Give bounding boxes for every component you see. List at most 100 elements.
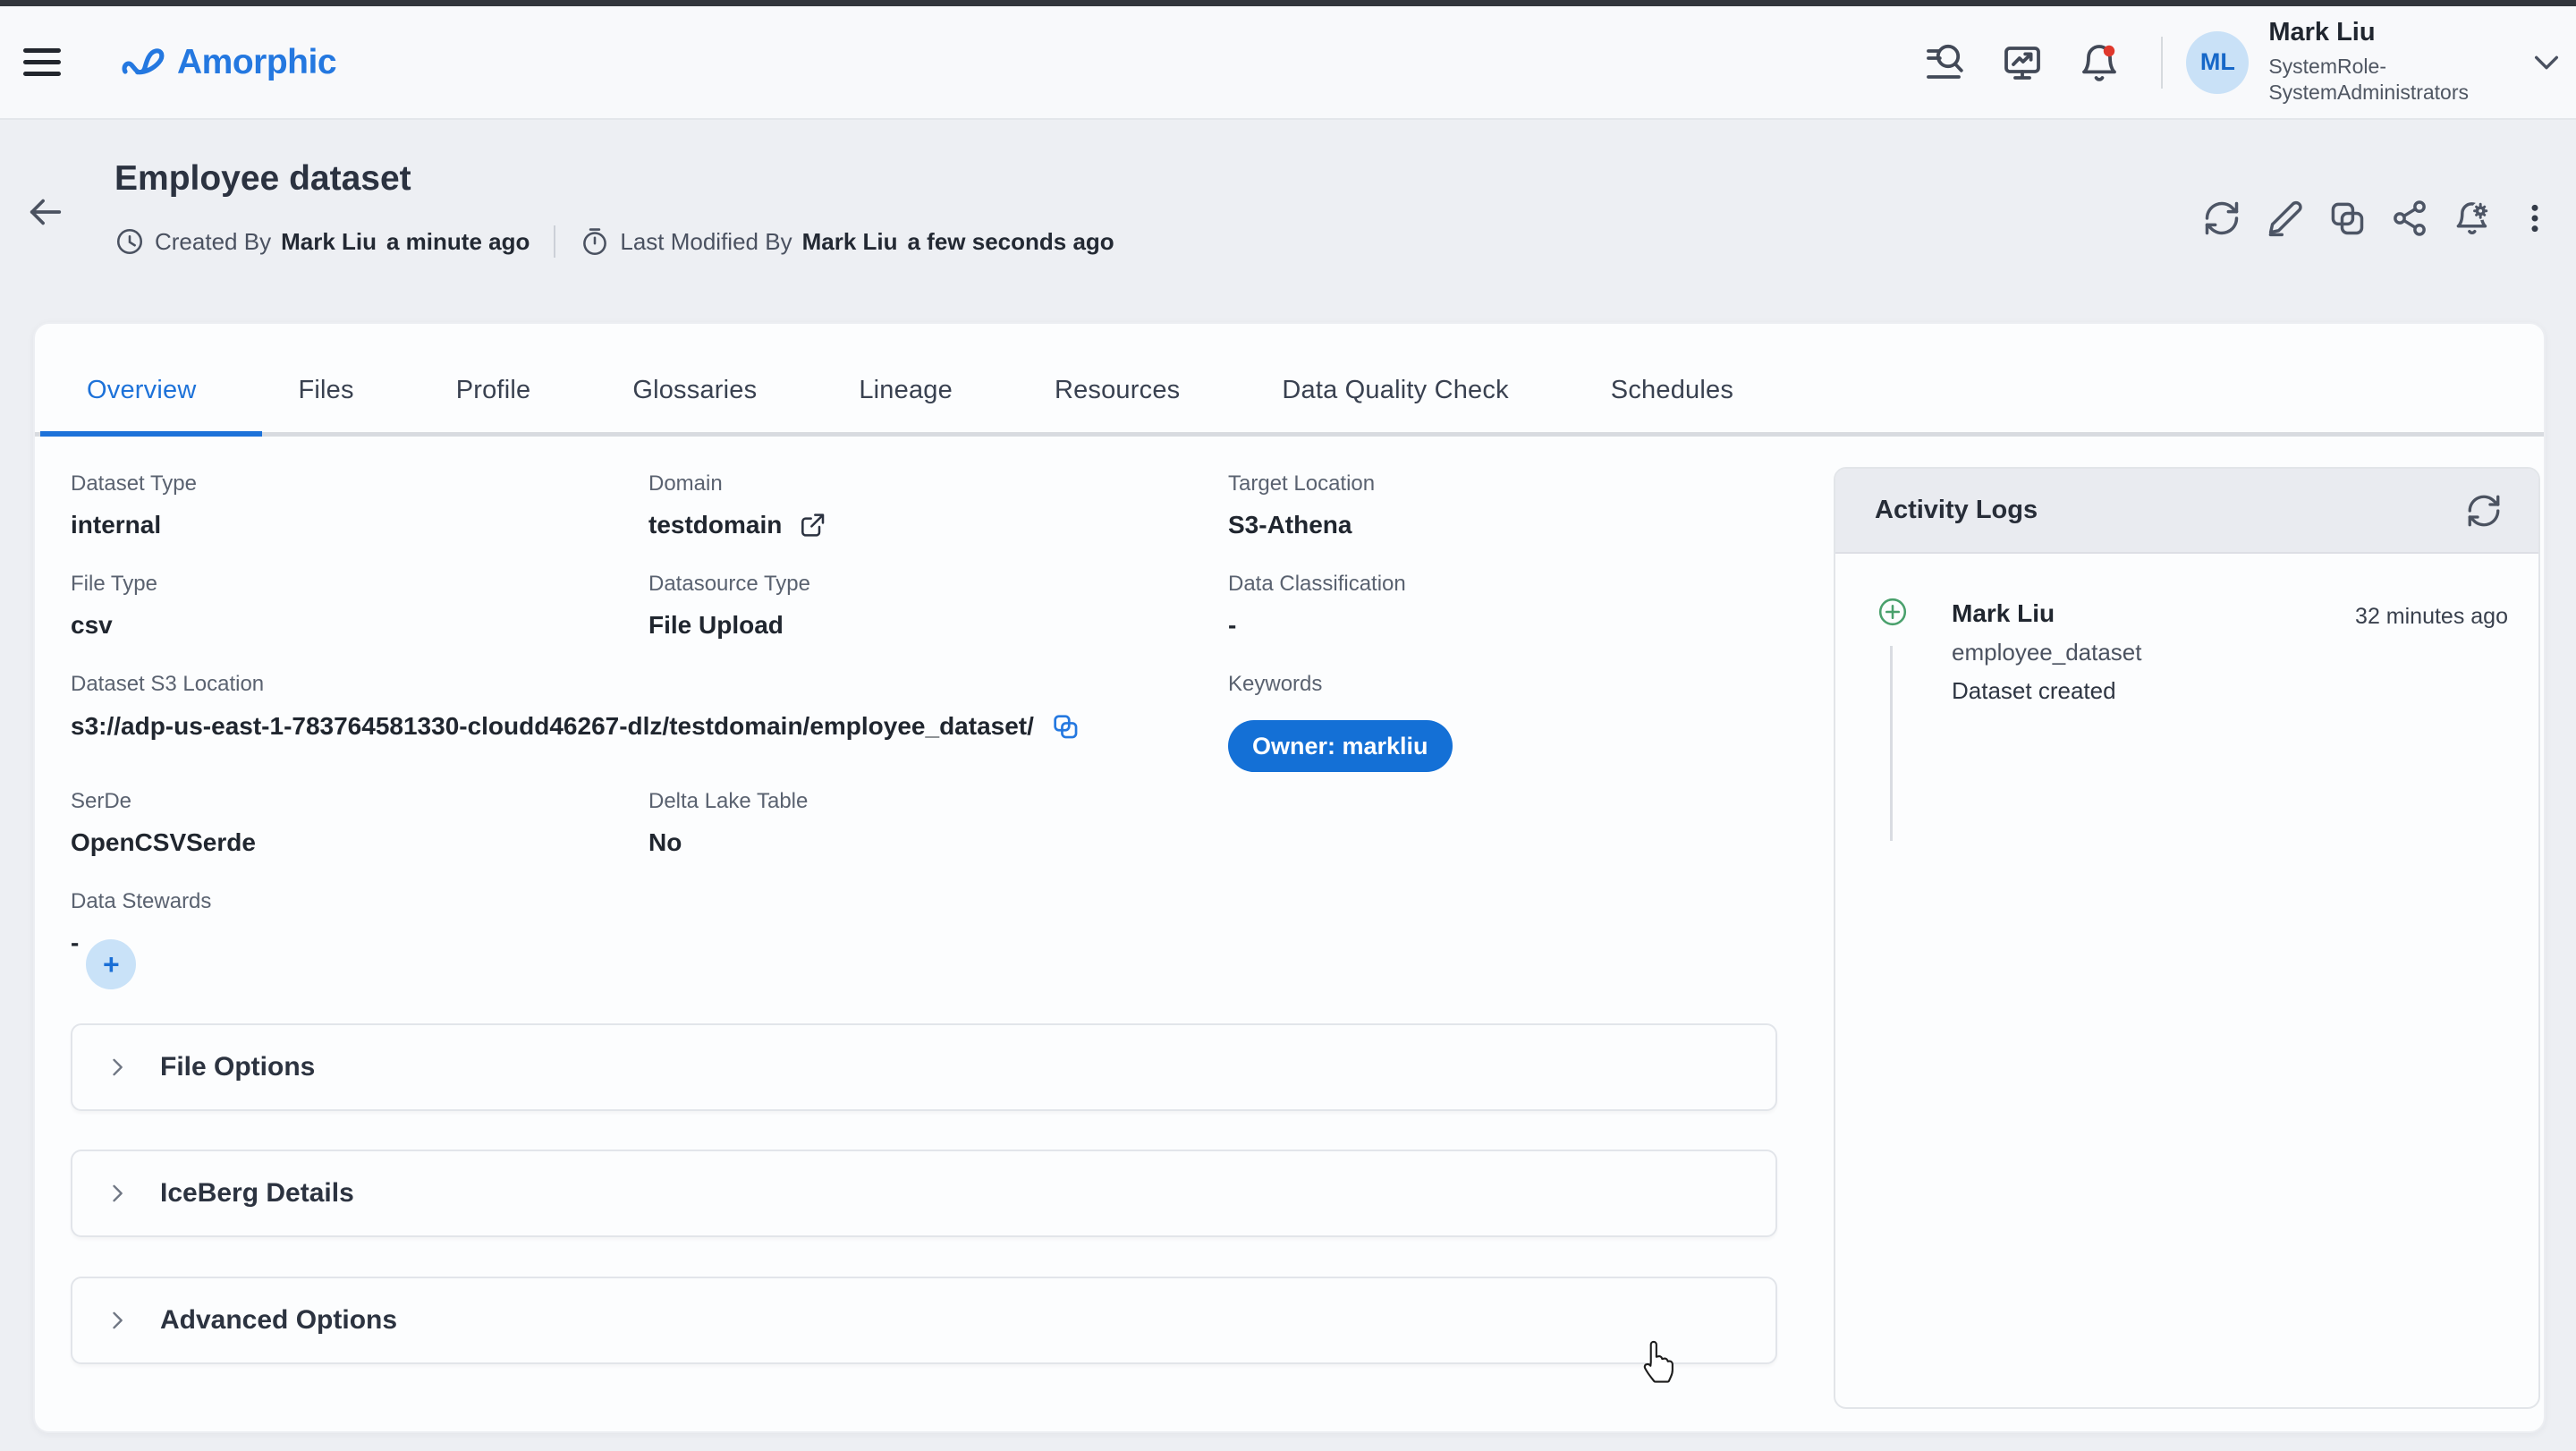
app-window: Amorphic [0,0,2576,1451]
avatar-initials: ML [2200,48,2235,76]
activity-user: Mark Liu [1952,599,2055,628]
amorphic-logo-icon [122,41,170,84]
stopwatch-icon [580,226,610,257]
logo-text: Amorphic [177,43,336,82]
user-role-line2: SystemAdministrators [2268,80,2469,106]
chevron-right-icon [105,1306,130,1335]
tab-files[interactable]: Files [298,376,353,405]
activity-action: Dataset created [1952,677,2116,705]
accordion-label: File Options [160,1052,315,1082]
avatar[interactable]: ML [2186,31,2249,94]
accordion-label: Advanced Options [160,1305,397,1336]
chevron-right-icon [105,1053,130,1082]
field-value: OpenCSVSerde [71,828,256,857]
add-steward-button[interactable]: + [86,939,136,989]
modified-by-time: a few seconds ago [908,228,1114,256]
field-value: internal [71,511,197,539]
user-name: Mark Liu [2268,20,2469,46]
accordion-advanced-options[interactable]: Advanced Options [71,1277,1777,1364]
page-title: Employee dataset [114,159,411,199]
modified-by-user: Mark Liu [802,228,898,256]
tab-bar: Overview Files Profile Glossaries Lineag… [35,324,2544,437]
field-data-stewards: Data Stewards - + [71,889,211,989]
activity-logs-header: Activity Logs [1835,469,2538,554]
timeline-plus-icon [1877,596,1909,628]
tab-profile[interactable]: Profile [456,376,531,405]
s3-path: s3://adp-us-east-1-783764581330-cloudd46… [71,712,1034,741]
tab-glossaries[interactable]: Glossaries [632,376,757,405]
tab-underline [35,432,2544,437]
field-domain: Domain testdomain [648,471,826,539]
meta-divider [554,225,555,258]
keyword-badge[interactable]: Owner: markliu [1228,720,1453,772]
field-label: Data Classification [1228,572,1406,597]
notification-dot [2104,45,2114,55]
field-label: File Type [71,572,157,597]
field-s3-location: Dataset S3 Location s3://adp-us-east-1-7… [71,672,1080,742]
accordion-file-options[interactable]: File Options [71,1023,1777,1111]
field-data-classification: Data Classification - [1228,572,1406,640]
content-card: Overview Files Profile Glossaries Lineag… [33,322,2546,1433]
activity-object: employee_dataset [1952,639,2141,666]
copy-icon[interactable] [2326,197,2368,240]
alert-settings-icon[interactable] [2451,197,2494,240]
tab-schedules[interactable]: Schedules [1611,376,1733,405]
field-keywords: Keywords Owner: markliu [1228,672,1453,772]
field-value: S3-Athena [1228,511,1375,539]
window-top-strip [0,0,2576,6]
created-by-user: Mark Liu [281,228,377,256]
search-icon[interactable] [1923,40,1968,85]
tab-lineage[interactable]: Lineage [859,376,953,405]
field-dataset-type: Dataset Type internal [71,471,197,539]
domain-link[interactable]: testdomain [648,511,782,539]
share-icon[interactable] [2388,197,2431,240]
dashboard-icon[interactable] [2000,40,2045,85]
field-label: Datasource Type [648,572,810,597]
field-value: - [71,929,79,957]
field-label: Keywords [1228,672,1453,697]
user-profile[interactable]: Mark Liu SystemRole- SystemAdministrator… [2268,20,2469,106]
menu-button[interactable] [23,40,68,85]
accordion-label: IceBerg Details [160,1178,354,1209]
header-right: ML Mark Liu SystemRole- SystemAdministra… [1907,20,2563,106]
amorphic-logo[interactable]: Amorphic [122,41,336,84]
activity-logs-title: Activity Logs [1875,496,2038,525]
meta-row: Created By Mark Liu a minute ago Last Mo… [114,225,1114,258]
field-label: SerDe [71,789,256,814]
field-label: Data Stewards [71,889,211,914]
chevron-right-icon [105,1179,130,1208]
field-label: Target Location [1228,471,1375,496]
tab-resources[interactable]: Resources [1055,376,1180,405]
edit-icon[interactable] [2263,197,2306,240]
app-header: Amorphic [0,6,2576,120]
external-link-icon[interactable] [798,511,826,539]
activity-refresh-icon[interactable] [2463,490,2504,531]
header-divider [2161,37,2163,89]
copy-path-icon[interactable] [1050,711,1080,742]
field-delta-lake: Delta Lake Table No [648,789,808,857]
field-value: - [1228,611,1406,640]
refresh-icon[interactable] [2200,197,2243,240]
timeline-line [1890,646,1893,841]
field-serde: SerDe OpenCSVSerde [71,789,256,857]
user-role-line1: SystemRole- [2268,54,2469,80]
tab-overview[interactable]: Overview [87,376,196,405]
plus-icon: + [103,948,120,981]
tab-data-quality-check[interactable]: Data Quality Check [1282,376,1508,405]
field-value: File Upload [648,611,810,640]
field-target-location: Target Location S3-Athena [1228,471,1375,539]
chevron-down-icon[interactable] [2531,52,2562,73]
created-by-time: a minute ago [386,228,530,256]
field-file-type: File Type csv [71,572,157,640]
modified-by-label: Last Modified By [620,228,792,256]
active-tab-underline [40,431,262,437]
field-value: csv [71,611,157,640]
activity-logs-panel: Activity Logs Mark Liu 32 minutes ago em… [1834,467,2540,1409]
page-head: Employee dataset Created By Mark Liu a m… [0,120,2576,322]
kebab-menu-icon[interactable] [2513,197,2556,240]
notifications-icon[interactable] [2077,40,2122,85]
created-by-label: Created By [155,228,271,256]
accordion-iceberg-details[interactable]: IceBerg Details [71,1150,1777,1237]
back-arrow-icon[interactable] [25,191,66,233]
clock-icon [114,226,145,257]
